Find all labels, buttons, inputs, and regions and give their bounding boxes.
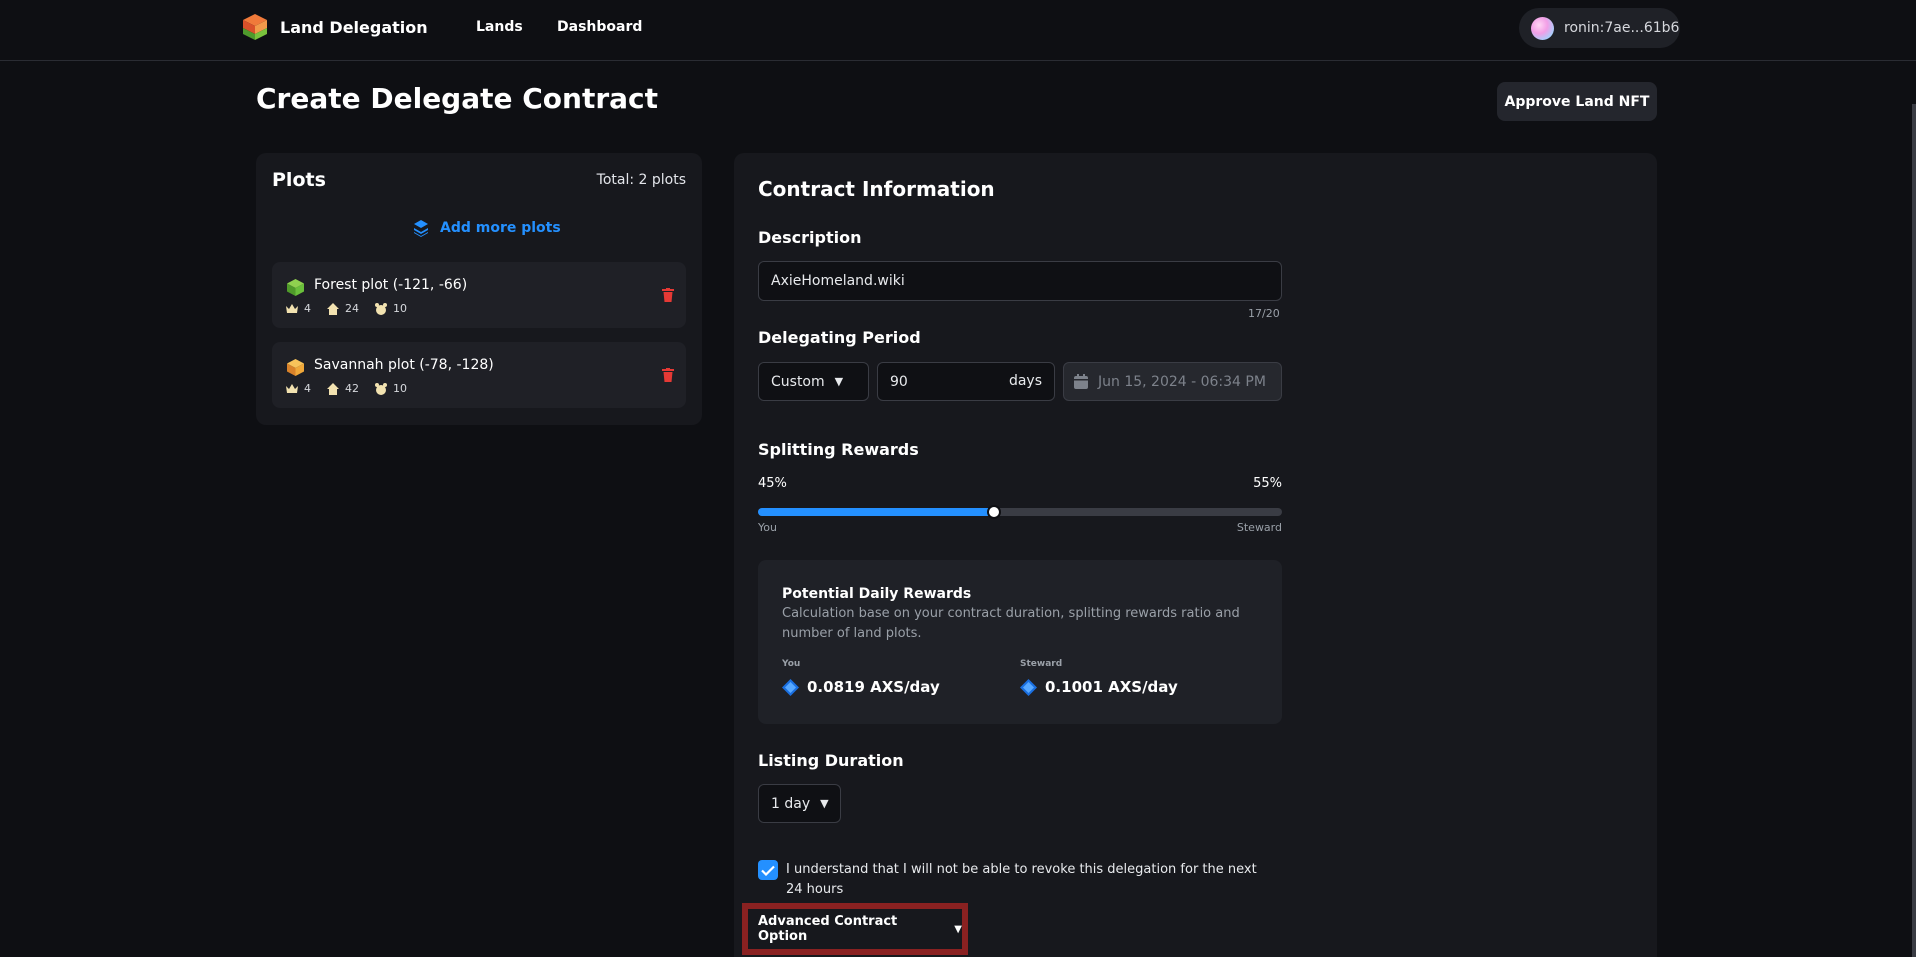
home-icon	[327, 302, 339, 315]
crown-icon	[286, 303, 298, 313]
plot-name: Savannah plot (-78, -128)	[314, 357, 494, 373]
chevron-down-icon: ▼	[834, 375, 844, 388]
listing-duration-select[interactable]: 1 day ▼	[758, 784, 841, 823]
period-days-field[interactable]: days	[877, 362, 1055, 401]
rewards-you-value: 0.0819 AXS/day	[807, 678, 940, 696]
stat-axies: 10	[393, 382, 407, 395]
contract-title: Contract Information	[758, 177, 995, 201]
plot-card-forest[interactable]: Forest plot (-121, -66) 4 24 10	[272, 262, 686, 328]
period-mode-select[interactable]: Custom ▼	[758, 362, 869, 401]
land-logo-icon[interactable]	[241, 12, 269, 42]
acknowledge-checkbox[interactable]	[758, 860, 778, 880]
checkmark-icon	[761, 865, 775, 876]
wallet-button[interactable]: ronin:7ae...61b6	[1519, 8, 1680, 48]
advanced-option-label: Advanced Contract Option	[758, 914, 898, 944]
savannah-plot-icon	[287, 359, 304, 376]
description-input[interactable]	[758, 261, 1282, 301]
calendar-icon	[1074, 374, 1088, 389]
split-you-caption: You	[758, 521, 777, 534]
split-steward-caption: Steward	[1236, 521, 1282, 534]
crown-icon	[286, 383, 298, 393]
advanced-contract-option-toggle[interactable]: Advanced Contract Option ▼	[742, 903, 968, 955]
brand-title[interactable]: Land Delegation	[280, 18, 428, 37]
nav-lands[interactable]: Lands	[476, 19, 523, 35]
stat-homes: 42	[345, 382, 359, 395]
rewards-steward-label: Steward	[1020, 659, 1063, 669]
top-navigation-bar: Land Delegation Lands Dashboard ronin:7a…	[0, 0, 1916, 61]
period-end-date: Jun 15, 2024 - 06:34 PM	[1063, 362, 1282, 401]
forest-plot-icon	[287, 279, 304, 296]
period-date-value: Jun 15, 2024 - 06:34 PM	[1098, 373, 1266, 390]
period-days-input[interactable]	[878, 363, 998, 400]
description-label: Description	[758, 228, 862, 247]
rewards-steward-value: 0.1001 AXS/day	[1045, 678, 1178, 696]
axie-icon	[375, 382, 387, 395]
plot-stats: 4 42 10	[286, 382, 423, 395]
home-icon	[327, 382, 339, 395]
potential-daily-rewards-box: Potential Daily Rewards Calculation base…	[758, 560, 1282, 724]
delete-plot-icon[interactable]	[662, 368, 674, 382]
listing-duration-label: Listing Duration	[758, 751, 904, 770]
plot-name: Forest plot (-121, -66)	[314, 277, 468, 293]
splitting-rewards-label: Splitting Rewards	[758, 440, 919, 459]
page-scrollbar[interactable]	[1912, 104, 1916, 957]
add-more-plots-button[interactable]: Add more plots	[412, 219, 561, 237]
stat-homes: 24	[345, 302, 359, 315]
description-counter: 17/20	[1248, 307, 1280, 320]
period-unit: days	[1008, 373, 1042, 389]
plot-stats: 4 24 10	[286, 302, 423, 315]
listing-duration-value: 1 day	[771, 795, 811, 812]
page-title: Create Delegate Contract	[256, 82, 659, 115]
stat-axies: 10	[393, 302, 407, 315]
chevron-down-icon: ▼	[954, 923, 962, 935]
plots-panel: Plots Total: 2 plots Add more plots Fore…	[256, 153, 702, 425]
stat-crowns: 4	[304, 382, 311, 395]
rewards-description: Calculation base on your contract durati…	[782, 606, 1240, 641]
period-mode-value: Custom	[771, 373, 825, 390]
rewards-steward-value-row: 0.1001 AXS/day	[1020, 678, 1178, 696]
rewards-you-value-row: 0.0819 AXS/day	[782, 678, 940, 696]
plots-title: Plots	[272, 169, 326, 191]
add-plots-icon	[414, 220, 428, 237]
split-you-percent: 45%	[758, 476, 787, 491]
axs-token-icon	[782, 678, 799, 696]
contract-information-panel: Contract Information Description 17/20 D…	[734, 153, 1657, 957]
plot-card-savannah[interactable]: Savannah plot (-78, -128) 4 42 10	[272, 342, 686, 408]
rewards-title: Potential Daily Rewards	[782, 586, 972, 602]
rewards-you-label: You	[782, 659, 801, 669]
slider-fill	[758, 508, 994, 516]
slider-thumb[interactable]	[986, 505, 1001, 519]
delegating-period-label: Delegating Period	[758, 328, 921, 347]
delete-plot-icon[interactable]	[662, 288, 674, 302]
chevron-down-icon: ▼	[820, 797, 829, 810]
split-steward-percent: 55%	[1253, 476, 1282, 491]
axs-token-icon	[1020, 678, 1037, 696]
plots-total: Total: 2 plots	[596, 172, 686, 188]
wallet-avatar	[1531, 16, 1554, 40]
nav-dashboard[interactable]: Dashboard	[557, 19, 642, 35]
approve-land-nft-button[interactable]: Approve Land NFT	[1497, 82, 1657, 121]
wallet-address: ronin:7ae...61b6	[1564, 20, 1680, 36]
axie-icon	[375, 302, 387, 315]
add-plots-label: Add more plots	[440, 220, 561, 236]
stat-crowns: 4	[304, 302, 311, 315]
acknowledge-text: I understand that I will not be able to …	[786, 862, 1257, 897]
split-rewards-slider[interactable]	[758, 505, 1282, 519]
